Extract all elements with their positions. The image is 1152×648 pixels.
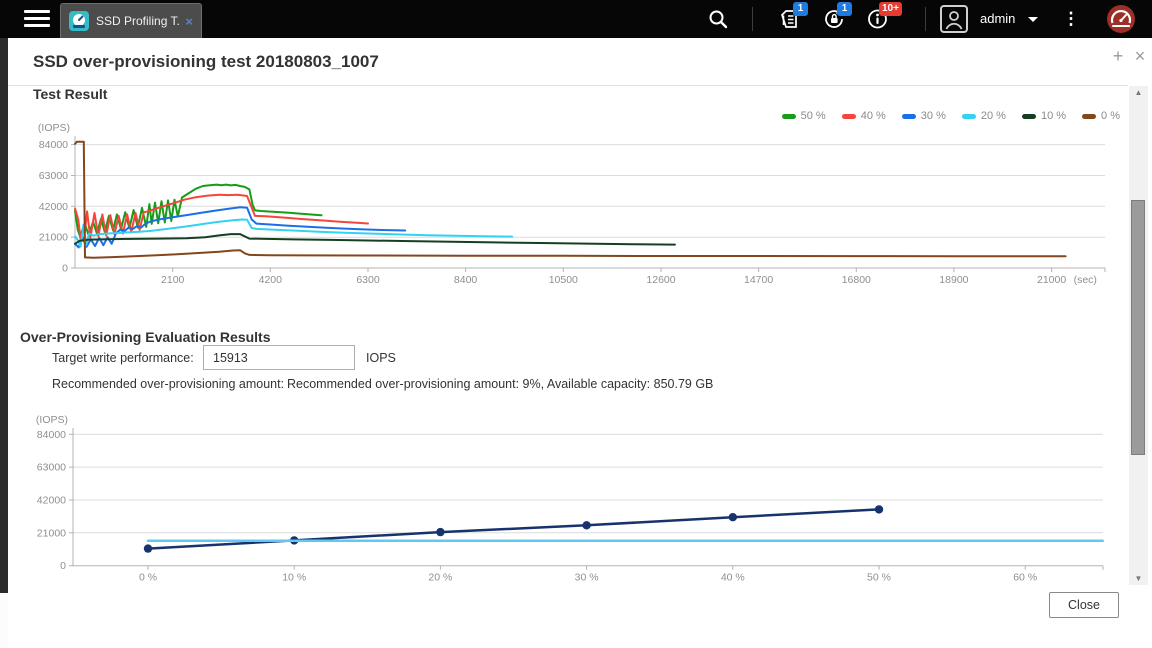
svg-text:50 %: 50 % [867,572,891,584]
svg-text:(IOPS): (IOPS) [36,414,68,426]
ssd-profiling-app-icon [69,11,89,31]
tab-label: SSD Profiling T... [96,14,179,28]
svg-text:10500: 10500 [549,274,578,286]
svg-text:60 %: 60 % [1013,572,1037,584]
svg-text:12600: 12600 [646,274,675,286]
svg-text:84000: 84000 [37,429,66,441]
background-tasks-icon[interactable]: 1 [778,7,802,31]
section-title-test-result: Test Result [33,86,107,102]
svg-text:8400: 8400 [454,274,478,286]
svg-text:40 %: 40 % [721,572,745,584]
user-name[interactable]: admin [980,0,1015,38]
svg-text:84000: 84000 [39,139,68,151]
screen: SSD Profiling T... × 1 1 [0,0,1152,648]
more-options-icon[interactable]: ⋮ [1062,0,1080,38]
security-update-icon[interactable]: 1 [822,7,846,31]
target-write-performance-label: Target write performance: [52,351,194,365]
recommended-amount-label: Recommended over-provisioning amount: [52,377,284,391]
user-caret-down-icon[interactable] [1028,17,1038,22]
svg-text:0 %: 0 % [139,572,157,584]
notifications-info-icon[interactable]: 10+ [866,7,890,31]
scrollbar-down-icon[interactable]: ▼ [1129,572,1148,586]
svg-text:0: 0 [62,263,68,275]
svg-text:30 %: 30 % [575,572,599,584]
divider [8,85,1128,86]
page-title: SSD over-provisioning test 20180803_1007 [33,52,379,72]
window-titlebar: SSD over-provisioning test 20180803_1007… [8,38,1152,85]
svg-text:16800: 16800 [842,274,871,286]
svg-text:42000: 42000 [39,201,68,213]
svg-text:14700: 14700 [744,274,773,286]
svg-text:63000: 63000 [37,462,66,474]
target-write-performance-input[interactable] [203,345,355,370]
svg-text:21000: 21000 [39,232,68,244]
svg-text:0: 0 [60,560,66,572]
desktop-bottom-corner [0,593,8,648]
section-title-evaluation: Over-Provisioning Evaluation Results [20,329,271,345]
search-icon[interactable] [706,7,730,31]
top-bar: SSD Profiling T... × 1 1 [0,0,1152,38]
test-result-chart: 0 21000 42000 63000 84000 (IOPS) 2100 4200 6300 8… [0,105,1130,295]
svg-text:18900: 18900 [939,274,968,286]
window-add-icon[interactable]: + [1108,46,1128,67]
svg-text:21000: 21000 [37,527,66,539]
topbar-divider [752,7,753,31]
tab-ssd-profiling-tool[interactable]: SSD Profiling T... × [60,3,202,38]
evaluation-chart: 0 21000 42000 63000 84000 (IOPS) 0 % 10 % 20 % 30… [0,405,1130,590]
svg-text:2100: 2100 [161,274,185,286]
tab-close-icon[interactable]: × [185,14,193,29]
scrollbar-up-icon[interactable]: ▲ [1129,86,1148,100]
chart-range-slider-row: ←→ [0,305,1152,331]
svg-text:21000: 21000 [1037,274,1066,286]
svg-text:42000: 42000 [37,495,66,507]
svg-text:(sec): (sec) [1074,274,1097,286]
vertical-scrollbar[interactable]: ▲ ▼ [1129,86,1148,586]
window-footer: Close [8,585,1152,648]
notifications-badge: 10+ [879,2,902,16]
svg-text:(IOPS): (IOPS) [38,122,70,134]
dashboard-gauge-icon[interactable] [1106,4,1136,34]
svg-text:6300: 6300 [356,274,380,286]
recommended-amount-value: Recommended over-provisioning amount: 9%… [287,377,713,391]
svg-text:20 %: 20 % [428,572,452,584]
close-button[interactable]: Close [1049,592,1119,618]
svg-text:10 %: 10 % [282,572,306,584]
main-menu-icon[interactable] [24,10,50,27]
window-close-icon[interactable]: × [1130,46,1150,67]
tasks-badge: 1 [793,2,808,16]
topbar-divider [925,7,926,31]
svg-text:4200: 4200 [259,274,283,286]
user-avatar[interactable] [940,5,968,33]
iops-unit-label: IOPS [366,351,396,365]
security-badge: 1 [837,2,852,16]
scrollbar-thumb[interactable] [1131,200,1145,455]
svg-text:63000: 63000 [39,170,68,182]
